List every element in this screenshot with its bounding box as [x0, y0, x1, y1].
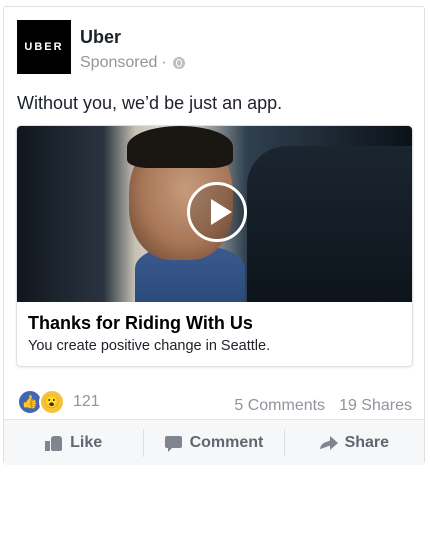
reaction-count: 121 [73, 393, 100, 410]
video-attachment[interactable]: Thanks for Riding With Us You create pos… [16, 125, 413, 367]
share-button[interactable]: Share [283, 428, 424, 457]
logo-text: UBER [24, 41, 64, 53]
passenger-hair-shape [127, 126, 233, 168]
like-label: Like [70, 433, 103, 451]
reactions-summary[interactable]: 👍 😮 121 [17, 389, 100, 415]
uber-logo[interactable]: UBER [17, 20, 71, 74]
caption-subtitle: You create positive change in Seattle. [28, 338, 271, 354]
share-label: Share [344, 433, 390, 451]
like-button[interactable]: Like [4, 429, 143, 457]
meta-separator: · [161, 54, 167, 71]
post-meta: Sponsored · [80, 54, 185, 72]
post-actions-bar: Like Comment Share [4, 419, 424, 465]
comment-icon [164, 435, 183, 452]
car-seat-shape [247, 146, 412, 302]
comments-count-link[interactable]: 5 Comments [234, 397, 325, 415]
video-thumbnail[interactable] [17, 126, 412, 302]
advertiser-name[interactable]: Uber [80, 27, 121, 48]
thumbs-up-icon [45, 435, 63, 451]
play-icon[interactable] [187, 182, 247, 242]
engagement-stats: 5 Comments 19 Shares [234, 397, 412, 415]
share-icon [320, 435, 338, 451]
wow-reaction-icon: 😮 [39, 389, 65, 415]
comment-button[interactable]: Comment [143, 428, 283, 457]
post-text: Without you, we’d be just an app. [17, 93, 283, 113]
shares-count-link[interactable]: 19 Shares [339, 397, 412, 415]
comment-label: Comment [189, 433, 264, 451]
sponsored-post-card: UBER Uber Sponsored · Without you, we’d … [3, 6, 425, 465]
caption-title[interactable]: Thanks for Riding With Us [28, 313, 253, 334]
globe-icon [172, 57, 185, 69]
sponsored-label[interactable]: Sponsored [80, 54, 157, 72]
